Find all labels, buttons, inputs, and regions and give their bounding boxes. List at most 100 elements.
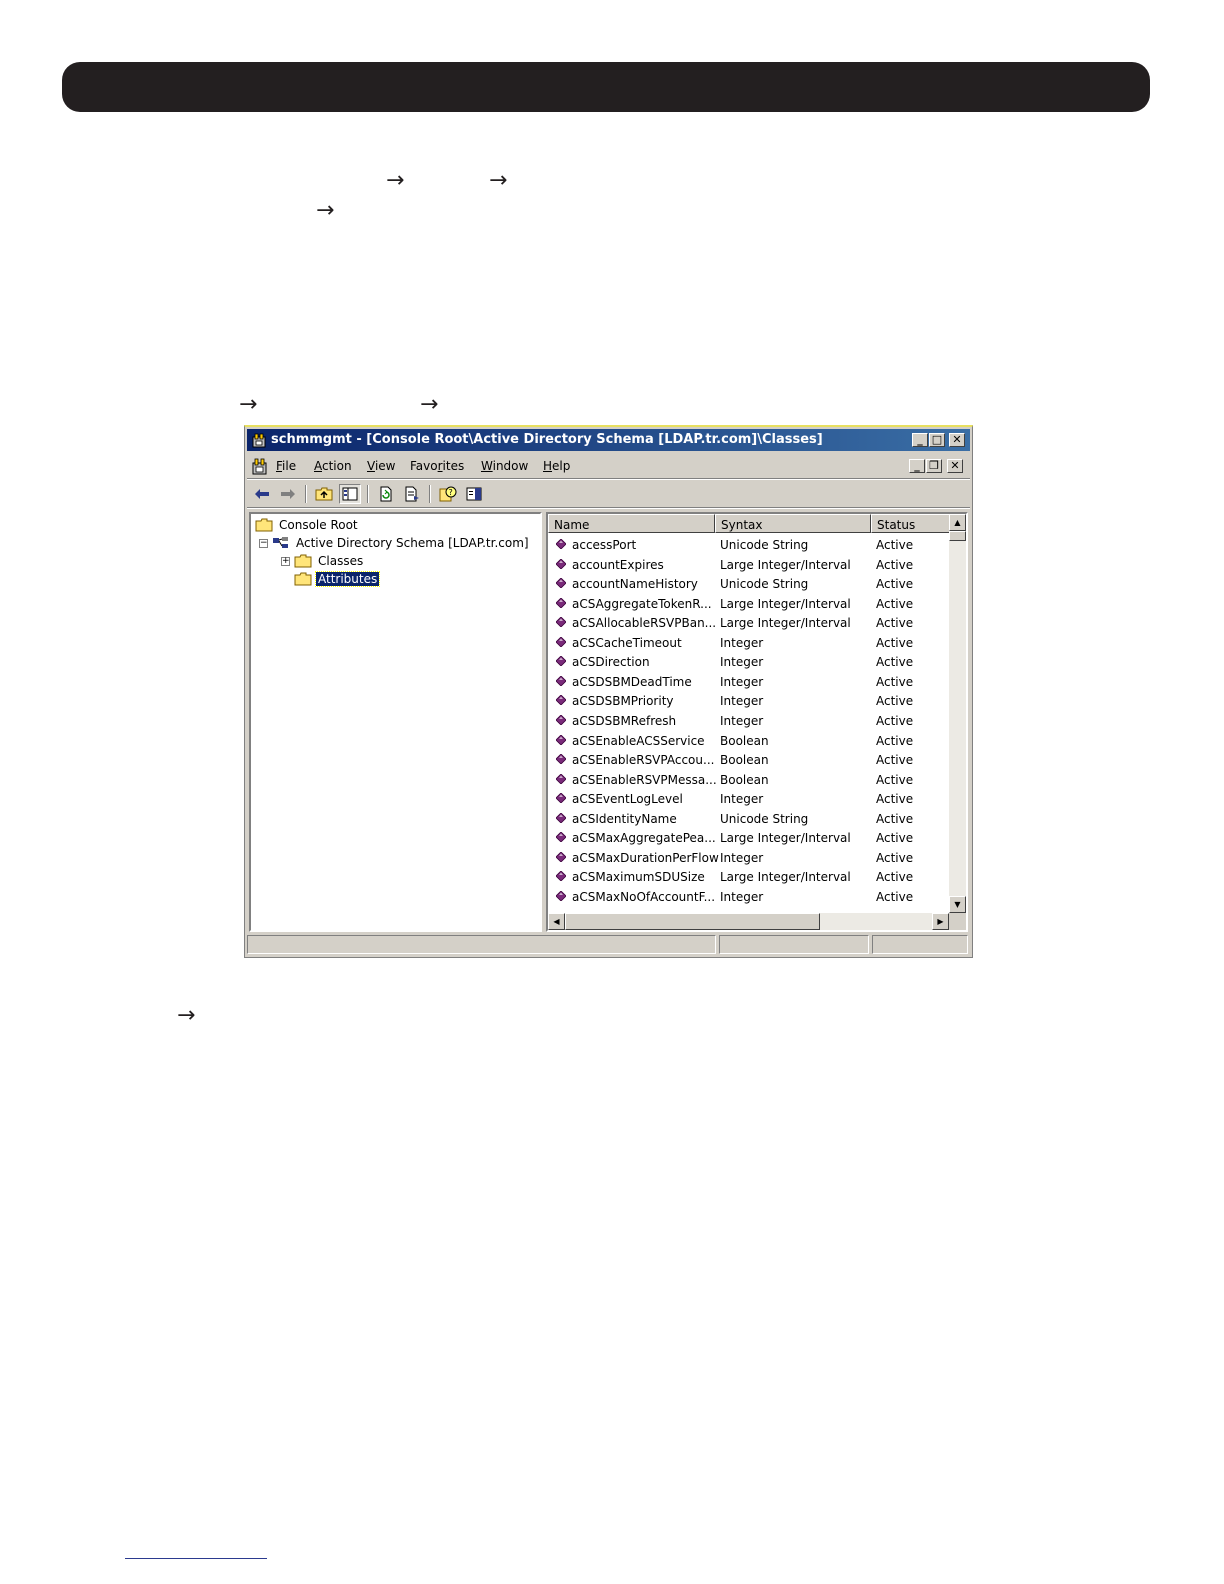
- mdi-restore-button[interactable]: ❐: [926, 459, 942, 473]
- column-header-status[interactable]: Status: [871, 514, 951, 533]
- attribute-name: aCSDSBMPriority: [572, 694, 674, 709]
- vertical-scroll-thumb[interactable]: [949, 531, 966, 541]
- column-header-name[interactable]: Name: [548, 514, 715, 533]
- table-row[interactable]: aCSIdentityName Unicode String Active: [548, 809, 950, 829]
- footer-link-underline[interactable]: [125, 1558, 267, 1559]
- toolbar-separator: [367, 485, 369, 503]
- attribute-icon: [556, 812, 566, 823]
- tree-node-console-root[interactable]: Console Root: [255, 516, 360, 534]
- attribute-syntax: Integer: [720, 850, 764, 865]
- scroll-up-button[interactable]: ▲: [949, 514, 966, 531]
- up-one-level-button[interactable]: [313, 484, 335, 504]
- attribute-syntax: Unicode String: [720, 811, 809, 826]
- attribute-name: aCSMaxDurationPerFlow: [572, 850, 719, 865]
- toolbar: ?: [247, 481, 970, 508]
- mdi-close-button[interactable]: ✕: [947, 459, 963, 473]
- table-row[interactable]: aCSMaxAggregatePea... Large Integer/Inter…: [548, 828, 950, 848]
- table-row[interactable]: accountNameHistory Unicode String Active: [548, 574, 950, 594]
- column-header-syntax[interactable]: Syntax: [715, 514, 871, 533]
- table-row[interactable]: aCSDSBMDeadTime Integer Active: [548, 672, 950, 692]
- export-list-button[interactable]: [401, 484, 423, 504]
- forward-button[interactable]: [277, 484, 299, 504]
- tree-label: Classes: [318, 554, 364, 568]
- table-row[interactable]: aCSEventLogLevel Integer Active: [548, 789, 950, 809]
- table-row[interactable]: aCSAllocableRSVPBan... Large Integer/Inte…: [548, 613, 950, 633]
- table-row[interactable]: aCSDSBMPriority Integer Active: [548, 691, 950, 711]
- attribute-name: aCSMaxAggregatePea...: [572, 831, 716, 846]
- attribute-icon: [556, 578, 566, 589]
- horizontal-scrollbar[interactable]: ◀ ▶: [548, 913, 949, 930]
- table-row[interactable]: aCSEnableRSVPMessa... Boolean Active: [548, 770, 950, 790]
- table-row[interactable]: aCSCacheTimeout Integer Active: [548, 633, 950, 653]
- table-row[interactable]: accountExpires Large Integer/Interval Acti…: [548, 555, 950, 575]
- instruction-arrow: →: [316, 198, 335, 223]
- attribute-icon: [556, 656, 566, 667]
- attribute-icon: [556, 793, 566, 804]
- attribute-name: aCSEnableACSService: [572, 733, 705, 748]
- attribute-syntax: Unicode String: [720, 538, 809, 552]
- scroll-left-button[interactable]: ◀: [548, 913, 565, 930]
- collapse-toggle[interactable]: −: [259, 538, 268, 548]
- show-hide-tree-button[interactable]: [339, 484, 361, 504]
- back-button[interactable]: [251, 484, 273, 504]
- attribute-name: aCSAllocableRSVPBan...: [572, 616, 717, 631]
- table-row[interactable]: accessPort Unicode String Active: [548, 535, 950, 555]
- attribute-status: Active: [876, 635, 914, 650]
- console-tree-pane[interactable]: Console Root − Active Directory Schema […: [249, 512, 542, 932]
- table-row[interactable]: aCSMaxDurationPerFlow Integer Active: [548, 848, 950, 868]
- attribute-name: aCSMaxNoOfAccountF...: [572, 889, 716, 904]
- mdi-minimize-button[interactable]: _: [909, 459, 925, 473]
- window-title: schmmgmt - [Console Root\Active Director…: [271, 432, 823, 447]
- action-pane-icon: [466, 487, 482, 501]
- table-row[interactable]: aCSEnableACSService Boolean Active: [548, 731, 950, 751]
- tree-node-attributes[interactable]: Attributes: [294, 570, 381, 588]
- scrollbar-corner: [949, 913, 966, 930]
- menu-window[interactable]: Window: [481, 459, 528, 473]
- scroll-down-button[interactable]: ▼: [949, 896, 966, 913]
- attribute-icon: [556, 773, 566, 784]
- menu-favorites[interactable]: Favorites: [410, 459, 464, 473]
- menu-view[interactable]: View: [367, 459, 395, 473]
- table-row[interactable]: aCSDirection Integer Active: [548, 652, 950, 672]
- maximize-button[interactable]: □: [929, 433, 945, 447]
- tree-node-active-directory-schema[interactable]: − Active Directory Schema [LDAP.tr.com]: [259, 534, 531, 552]
- attribute-status: Active: [876, 753, 914, 768]
- tree-node-classes[interactable]: + Classes: [281, 552, 365, 570]
- attribute-status: Active: [876, 870, 914, 885]
- vertical-scrollbar[interactable]: ▲ ▼: [949, 514, 966, 913]
- toolbar-separator: [429, 485, 431, 503]
- show-hide-action-pane-button[interactable]: [463, 484, 485, 504]
- attribute-icon: [556, 636, 566, 647]
- attribute-name: aCSEnableRSVPAccou...: [572, 753, 715, 768]
- attribute-list-pane[interactable]: Name Syntax Status accessPort Unicode Str…: [546, 512, 968, 932]
- table-row[interactable]: aCSMaxNoOfAccountF... Integer Active: [548, 887, 950, 907]
- horizontal-scroll-thumb[interactable]: [565, 913, 820, 930]
- attribute-icon: [556, 832, 566, 843]
- attribute-syntax: Large Integer/Interval: [720, 870, 851, 885]
- table-row[interactable]: aCSMaximumSDUSize Large Integer/Interval A…: [548, 867, 950, 887]
- table-row[interactable]: aCSEnableRSVPAccou... Boolean Active: [548, 750, 950, 770]
- menu-file[interactable]: File: [276, 459, 296, 473]
- status-cell-main: [247, 935, 716, 954]
- close-button[interactable]: ✕: [949, 433, 965, 447]
- attribute-status: Active: [876, 733, 914, 748]
- console-doc-icon[interactable]: [251, 457, 269, 475]
- menu-help[interactable]: Help: [543, 459, 570, 473]
- title-bar[interactable]: schmmgmt - [Console Root\Active Director…: [247, 429, 970, 451]
- instruction-arrow: →: [177, 1003, 196, 1028]
- attribute-icon: [556, 675, 566, 686]
- tree-label: Attributes: [314, 571, 381, 587]
- attribute-syntax: Large Integer/Interval: [720, 557, 851, 572]
- menu-action[interactable]: Action: [314, 459, 352, 473]
- attribute-status: Active: [876, 577, 914, 592]
- help-icon: ?: [439, 486, 457, 502]
- table-row[interactable]: aCSAggregateTokenR... Large Integer/Inter…: [548, 594, 950, 614]
- refresh-button[interactable]: [375, 484, 397, 504]
- minimize-button[interactable]: _: [912, 433, 928, 447]
- help-button[interactable]: ?: [437, 484, 459, 504]
- table-row[interactable]: aCSDSBMRefresh Integer Active: [548, 711, 950, 731]
- export-list-icon: [405, 486, 419, 502]
- expand-toggle[interactable]: +: [281, 556, 290, 566]
- schema-snapin-icon: [273, 537, 288, 548]
- scroll-right-button[interactable]: ▶: [932, 913, 949, 930]
